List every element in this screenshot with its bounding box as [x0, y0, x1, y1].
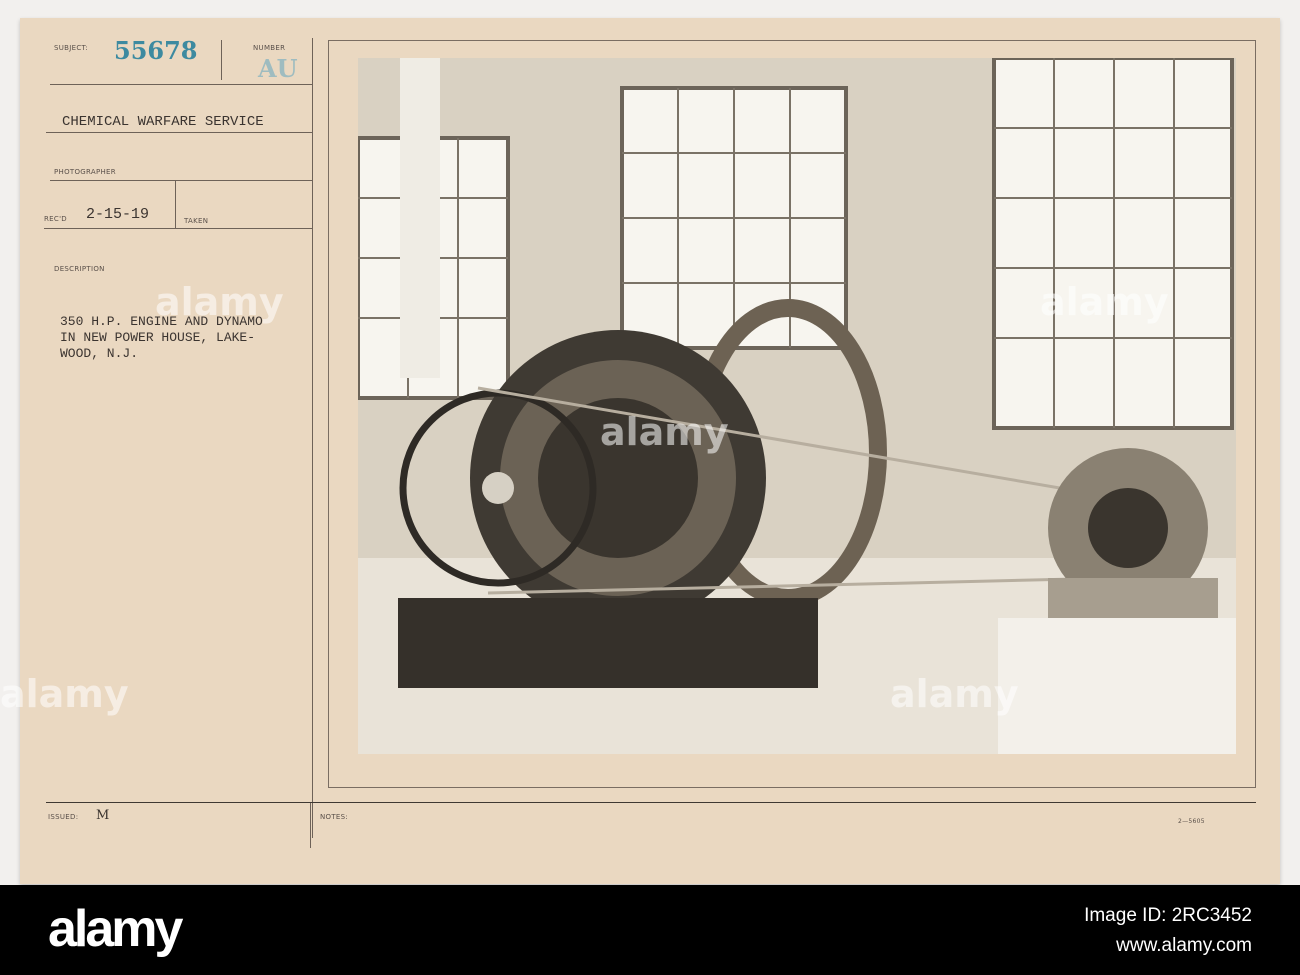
description-label: DESCRIPTION — [54, 265, 105, 273]
photograph — [358, 58, 1236, 754]
issued-value: M — [96, 808, 110, 823]
taken-label: TAKEN — [184, 217, 209, 225]
recd-label: REC'D — [44, 215, 67, 223]
description-line: WOOD, N.J. — [60, 346, 139, 361]
divider — [44, 228, 312, 229]
divider — [50, 180, 312, 181]
service-name: CHEMICAL WARFARE SERVICE — [62, 114, 264, 130]
footer-bar: alamy Image ID: 2RC3452 www.alamy.com — [0, 885, 1300, 975]
engine-dynamo-photo — [358, 58, 1236, 754]
site-url[interactable]: www.alamy.com — [1116, 935, 1252, 957]
photographer-label: PHOTOGRAPHER — [54, 168, 116, 176]
watermark: alamy — [1040, 280, 1169, 324]
issued-label: ISSUED: — [48, 813, 79, 821]
divider — [46, 802, 1256, 803]
watermark: alamy — [0, 672, 129, 716]
description-line: IN NEW POWER HOUSE, LAKE- — [60, 330, 256, 345]
divider — [175, 181, 176, 229]
number-label: NUMBER — [253, 44, 286, 52]
subject-label: SUBJECT: — [54, 44, 89, 52]
watermark: alamy — [890, 672, 1019, 716]
recd-date: 2-15-19 — [86, 206, 150, 223]
watermark: alamy — [600, 410, 729, 454]
alamy-logo: alamy — [48, 900, 183, 958]
divider — [310, 803, 311, 848]
subject-number: 55678 — [114, 36, 198, 65]
divider — [221, 40, 222, 80]
divider — [46, 132, 312, 133]
notes-label: NOTES: — [320, 813, 349, 821]
column-divider — [312, 38, 313, 838]
watermark: alamy — [155, 280, 284, 324]
divider — [50, 84, 312, 85]
number-stamp: AU — [258, 54, 298, 83]
form-code: 2—5605 — [1178, 818, 1205, 825]
image-id: Image ID: 2RC3452 — [1084, 905, 1252, 926]
